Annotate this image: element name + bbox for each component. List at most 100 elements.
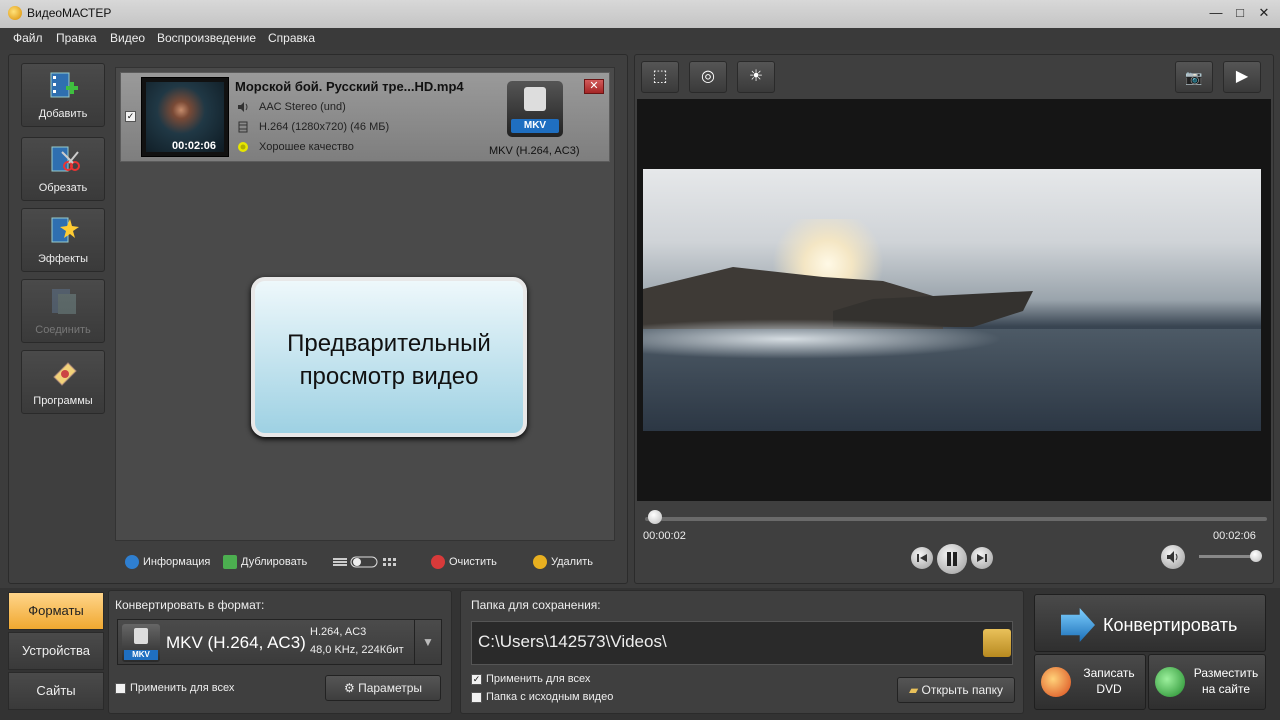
burn-dvd-label-1: Записать [1083, 666, 1135, 680]
menu-file[interactable]: Файл [13, 31, 43, 45]
close-button[interactable]: ✕ [1254, 4, 1274, 22]
trim-label: Обрезать [38, 182, 88, 194]
gear-icon: ⚙ [343, 681, 359, 695]
trim-button[interactable]: Обрезать [21, 137, 105, 201]
volume-handle[interactable] [1250, 550, 1262, 562]
dvd-disc-icon [1041, 667, 1071, 697]
volume-button[interactable] [1161, 545, 1185, 569]
menu-edit[interactable]: Правка [56, 31, 97, 45]
format-spec-1: H.264, AC3 [310, 626, 367, 638]
seek-handle[interactable] [647, 510, 662, 524]
params-label: Параметры [358, 681, 423, 695]
duplicate-label: Дублировать [241, 556, 308, 568]
seek-bar[interactable] [645, 517, 1267, 521]
preview-callout: Предварительный просмотр видео [251, 277, 527, 437]
preview-player: ⬚ ◎ ☀ 📷 ▶ 00:00:02 00:02:06 [634, 54, 1274, 584]
save-apply-all[interactable]: ✓ Применить для всех [471, 673, 590, 685]
mkv-tag: MKV [511, 119, 559, 133]
output-format-badge[interactable]: MKV [507, 81, 563, 137]
menu-help[interactable]: Справка [268, 31, 315, 45]
join-label: Соединить [35, 324, 91, 336]
format-badge: MKV [124, 650, 158, 660]
video-thumbnail: 00:02:06 [141, 77, 229, 157]
volume-icon [1167, 551, 1178, 563]
pause-icon [947, 552, 957, 566]
window-title: ВидеоМАСТЕР [27, 6, 112, 20]
app-icon [8, 6, 22, 20]
source-folder-checkbox[interactable] [471, 692, 482, 703]
brightness-button[interactable]: ☀ [737, 61, 775, 93]
fullscreen-button[interactable]: ▶ [1223, 61, 1261, 93]
output-format-label: MKV (H.264, AC3) [489, 145, 580, 157]
file-name: Морской бой. Русский тре...HD.mp4 [235, 79, 464, 94]
programs-button[interactable]: Программы [21, 350, 105, 414]
delete-label: Удалить [551, 556, 593, 568]
callout-line-2: просмотр видео [299, 363, 479, 390]
remove-file-button[interactable]: ✕ [584, 79, 604, 94]
crop-button[interactable]: ⬚ [641, 61, 679, 93]
join-button[interactable]: Соединить [21, 279, 105, 343]
pause-button[interactable] [937, 544, 967, 574]
speaker-icon [238, 102, 248, 112]
source-folder-label: Папка с исходным видео [486, 691, 614, 703]
save-section: Папка для сохранения: C:\Users\142573\Vi… [460, 590, 1024, 714]
chevron-down-icon[interactable]: ▼ [414, 620, 441, 664]
maximize-button[interactable]: □ [1230, 4, 1250, 22]
snapshot-button[interactable]: 📷 [1175, 61, 1213, 93]
convert-button[interactable]: Конвертировать [1034, 594, 1266, 652]
add-film-icon [50, 72, 78, 98]
film-icon [238, 121, 248, 133]
record-button[interactable]: ◎ [689, 61, 727, 93]
effects-label: Эффекты [37, 253, 88, 265]
open-folder-button[interactable]: ▰ Открыть папку [897, 677, 1015, 703]
delete-button[interactable]: Удалить [533, 555, 593, 569]
clear-button[interactable]: Очистить [431, 555, 497, 569]
tab-devices[interactable]: Устройства [8, 632, 104, 670]
file-checkbox[interactable]: ✓ [125, 111, 136, 122]
format-spec-2: 48,0 KHz, 224Кбит [310, 644, 404, 656]
tab-formats[interactable]: Форматы [8, 592, 104, 630]
info-button[interactable]: Информация [125, 555, 210, 569]
convert-arrow-icon [1061, 608, 1095, 642]
file-audio-info: AAC Stereo (und) [259, 101, 346, 113]
add-label: Добавить [38, 108, 88, 120]
burn-dvd-button[interactable]: Записать DVD [1034, 654, 1146, 710]
file-panel: Добавить Обрезать Эффекты Соединить Прог… [8, 54, 628, 584]
publish-label-2: на сайте [1201, 682, 1251, 696]
browse-folder-icon[interactable] [983, 629, 1011, 657]
prev-button[interactable] [911, 547, 933, 569]
info-icon [125, 555, 139, 569]
params-button[interactable]: ⚙ Параметры [325, 675, 441, 701]
menu-playback[interactable]: Воспроизведение [157, 31, 256, 45]
file-quality: Хорошее качество [259, 141, 354, 153]
disc-box-icon [53, 362, 77, 386]
menu-video[interactable]: Видео [110, 31, 145, 45]
duplicate-icon [223, 555, 237, 569]
video-screen[interactable] [637, 99, 1271, 501]
publish-button[interactable]: Разместить на сайте [1148, 654, 1266, 710]
duplicate-button[interactable]: Дублировать [223, 555, 308, 569]
add-button[interactable]: Добавить [21, 63, 105, 127]
next-icon [977, 554, 987, 562]
delete-icon [533, 555, 547, 569]
file-list-item[interactable]: ✓ 00:02:06 Морской бой. Русский тре...HD… [120, 72, 610, 162]
format-camera-icon: MKV [122, 624, 160, 662]
minimize-button[interactable]: — [1206, 4, 1226, 22]
list-toolbar: Информация Дублировать Очистить Удалить [115, 549, 615, 577]
next-button[interactable] [971, 547, 993, 569]
format-select[interactable]: MKV MKV (H.264, AC3) H.264, AC3 48,0 KHz… [117, 619, 442, 665]
save-apply-all-checkbox[interactable]: ✓ [471, 674, 482, 685]
save-path-input[interactable]: C:\Users\142573\Videos\ [471, 621, 1013, 665]
format-apply-all[interactable]: Применить для всех [115, 682, 234, 694]
folder-icon: ▰ [908, 683, 922, 697]
upload-globe-icon [1155, 667, 1185, 697]
title-bar: ВидеоМАСТЕР — □ ✕ [0, 0, 1280, 28]
view-toggle[interactable] [333, 555, 399, 569]
source-folder-option[interactable]: Папка с исходным видео [471, 691, 613, 703]
format-apply-all-checkbox[interactable] [115, 683, 126, 694]
format-name: MKV (H.264, AC3) [166, 633, 306, 652]
scissors-icon [51, 146, 80, 172]
effects-button[interactable]: Эффекты [21, 208, 105, 272]
thumbnail-duration: 00:02:06 [172, 140, 217, 152]
tab-sites[interactable]: Сайты [8, 672, 104, 710]
